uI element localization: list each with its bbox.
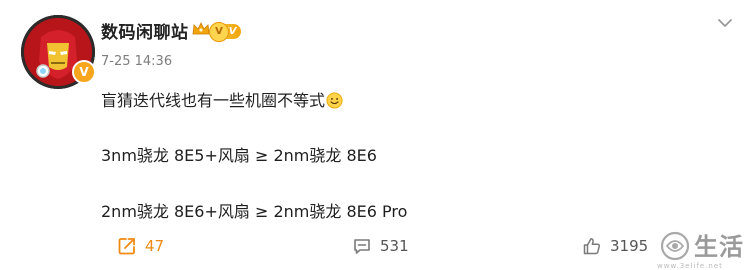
post-time[interactable]: 7-25 14:36	[101, 54, 172, 69]
chevron-down-icon[interactable]	[714, 12, 736, 34]
crown-icon	[192, 22, 210, 35]
like-count: 3195	[610, 237, 649, 255]
comment-button[interactable]: 531	[352, 234, 409, 258]
level-badge: V IV	[209, 22, 242, 42]
level-badge-v-icon: V	[209, 22, 229, 42]
weibo-post-card: V 数码闲聊站 V IV 7-25 14:36 盲猜迭代线也有一些机圈不等式 3…	[0, 0, 750, 270]
post-text-line-3: 2nm骁龙 8E6+风扇 ≥ 2nm骁龙 8E6 Pro	[101, 202, 408, 221]
post-text-line-1: 盲猜迭代线也有一些机圈不等式	[101, 87, 343, 111]
author-name[interactable]: 数码闲聊站	[101, 18, 189, 43]
thumbs-up-icon	[583, 238, 601, 255]
smile-emoji-icon	[326, 92, 343, 109]
watermark-url: www.3elife.net	[657, 262, 723, 270]
share-icon	[118, 238, 135, 255]
comment-count: 531	[380, 237, 409, 255]
verified-badge-icon: V	[72, 60, 96, 84]
post-text: 盲猜迭代线也有一些机圈不等式	[101, 91, 326, 110]
share-count: 47	[145, 237, 165, 255]
watermark-label: 生活	[694, 233, 744, 261]
post-text-line-2: 3nm骁龙 8E5+风扇 ≥ 2nm骁龙 8E6	[101, 146, 377, 165]
share-button[interactable]: 47	[117, 234, 164, 258]
like-button[interactable]: 3195	[582, 234, 648, 258]
comment-icon	[354, 239, 370, 254]
